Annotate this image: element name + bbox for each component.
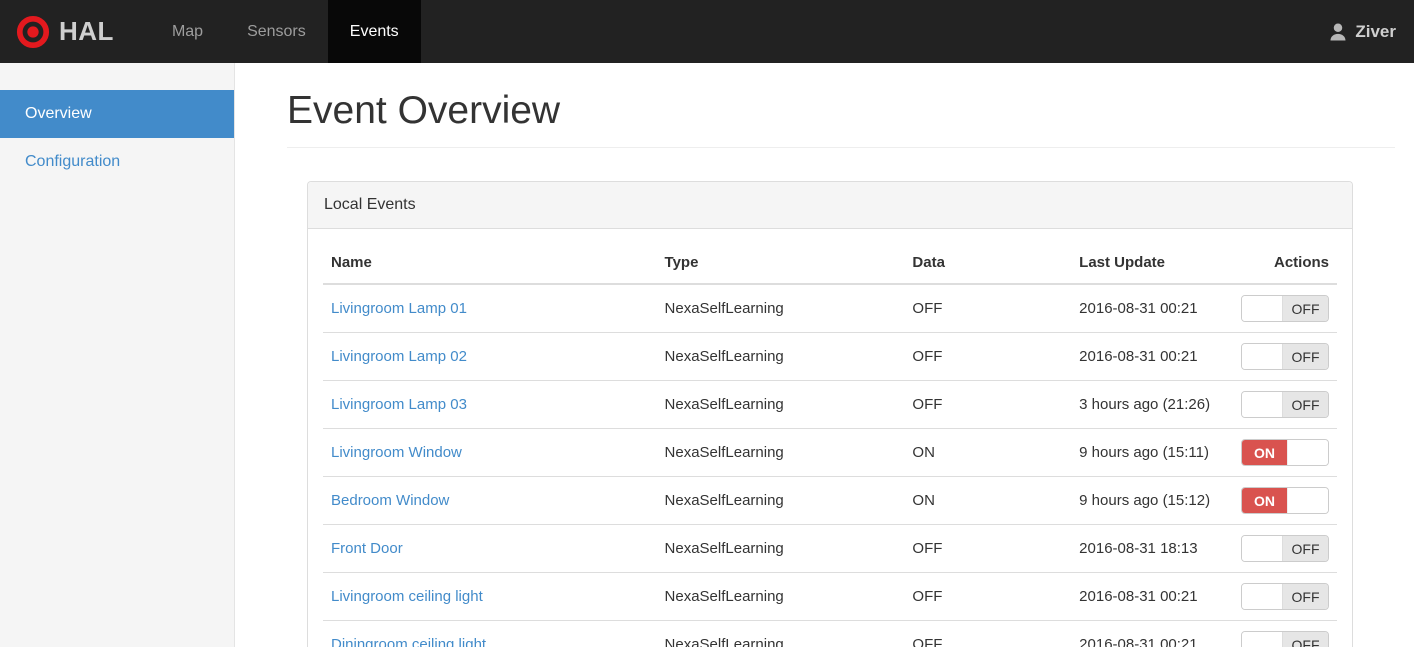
- sidebar-item-configuration[interactable]: Configuration: [0, 138, 234, 186]
- nav-item-sensors[interactable]: Sensors: [225, 0, 328, 63]
- device-toggle-switch[interactable]: OFF: [1241, 535, 1329, 562]
- toggle-handle: [1242, 296, 1283, 321]
- toggle-handle: [1242, 632, 1283, 647]
- table-row: Livingroom Lamp 03 NexaSelfLearning OFF …: [323, 380, 1337, 429]
- device-type: NexaSelfLearning: [656, 524, 905, 573]
- device-type: NexaSelfLearning: [656, 620, 905, 647]
- device-data-value: OFF: [904, 620, 1072, 647]
- device-toggle-switch[interactable]: OFF: [1241, 631, 1329, 647]
- sidebar: Overview Configuration: [0, 63, 235, 647]
- device-data-value: OFF: [904, 284, 1072, 333]
- main-content: Event Overview Local Events Name Type Da…: [235, 63, 1414, 647]
- page-title: Event Overview: [287, 89, 1395, 148]
- toggle-state-label: OFF: [1283, 632, 1328, 647]
- brand[interactable]: HAL: [0, 0, 132, 63]
- table-row: Livingroom ceiling light NexaSelfLearnin…: [323, 572, 1337, 621]
- device-data-value: ON: [904, 476, 1072, 525]
- device-toggle-switch[interactable]: OFF: [1241, 391, 1329, 418]
- panel-title: Local Events: [308, 182, 1352, 229]
- toggle-state-label: OFF: [1283, 584, 1328, 609]
- device-toggle-switch[interactable]: ON: [1241, 439, 1329, 466]
- toggle-handle: [1287, 440, 1328, 465]
- table-row: Bedroom Window NexaSelfLearning ON 9 hou…: [323, 476, 1337, 525]
- toggle-state-label: ON: [1242, 488, 1287, 513]
- device-toggle-switch[interactable]: OFF: [1241, 343, 1329, 370]
- device-type: NexaSelfLearning: [656, 476, 905, 525]
- device-toggle-switch[interactable]: OFF: [1241, 583, 1329, 610]
- device-last-update: 9 hours ago (15:12): [1071, 476, 1233, 525]
- nav-item-map[interactable]: Map: [150, 0, 225, 63]
- device-last-update: 2016-08-31 00:21: [1071, 572, 1233, 621]
- toggle-handle: [1242, 344, 1283, 369]
- device-toggle-switch[interactable]: OFF: [1241, 295, 1329, 322]
- device-name-link[interactable]: Diningroom ceiling light: [331, 636, 486, 647]
- table-row: Livingroom Lamp 01 NexaSelfLearning OFF …: [323, 284, 1337, 333]
- toggle-handle: [1242, 584, 1283, 609]
- device-data-value: ON: [904, 428, 1072, 477]
- column-header-actions: Actions: [1232, 244, 1337, 285]
- device-name-link[interactable]: Livingroom Lamp 01: [331, 300, 467, 317]
- device-last-update: 9 hours ago (15:11): [1071, 428, 1233, 477]
- device-data-value: OFF: [904, 332, 1072, 381]
- device-name-link[interactable]: Livingroom Window: [331, 444, 462, 461]
- column-header-last-update: Last Update: [1071, 244, 1233, 285]
- toggle-state-label: OFF: [1283, 344, 1328, 369]
- toggle-state-label: OFF: [1283, 296, 1328, 321]
- device-type: NexaSelfLearning: [656, 380, 905, 429]
- device-last-update: 3 hours ago (21:26): [1071, 380, 1233, 429]
- local-events-panel: Local Events Name Type Data Last Update …: [307, 181, 1353, 647]
- sidebar-item-overview[interactable]: Overview: [0, 90, 234, 138]
- table-row: Diningroom ceiling light NexaSelfLearnin…: [323, 620, 1337, 647]
- table-row: Front Door NexaSelfLearning OFF 2016-08-…: [323, 524, 1337, 573]
- column-header-type: Type: [656, 244, 905, 285]
- brand-label: HAL: [59, 16, 114, 46]
- user-menu[interactable]: Ziver: [1310, 0, 1414, 63]
- navbar-menu: Map Sensors Events: [150, 0, 421, 63]
- nav-item-events[interactable]: Events: [327, 0, 421, 63]
- device-type: NexaSelfLearning: [656, 572, 905, 621]
- device-name-link[interactable]: Front Door: [331, 540, 403, 557]
- device-name-link[interactable]: Livingroom Lamp 03: [331, 396, 467, 413]
- device-type: NexaSelfLearning: [656, 428, 905, 477]
- device-toggle-switch[interactable]: ON: [1241, 487, 1329, 514]
- hal-bullseye-logo-icon: [16, 15, 50, 48]
- device-data-value: OFF: [904, 524, 1072, 573]
- device-last-update: 2016-08-31 00:21: [1071, 620, 1233, 647]
- top-navbar: HAL Map Sensors Events Ziver: [0, 0, 1414, 63]
- user-name: Ziver: [1355, 21, 1396, 41]
- toggle-state-label: OFF: [1283, 536, 1328, 561]
- toggle-handle: [1242, 392, 1283, 417]
- toggle-handle: [1242, 536, 1283, 561]
- device-data-value: OFF: [904, 572, 1072, 621]
- table-row: Livingroom Window NexaSelfLearning ON 9 …: [323, 428, 1337, 477]
- column-header-data: Data: [904, 244, 1072, 285]
- device-type: NexaSelfLearning: [656, 332, 905, 381]
- toggle-handle: [1287, 488, 1328, 513]
- toggle-state-label: ON: [1242, 440, 1287, 465]
- device-last-update: 2016-08-31 00:21: [1071, 332, 1233, 381]
- events-table: Name Type Data Last Update Actions Livin…: [323, 244, 1337, 647]
- device-name-link[interactable]: Livingroom ceiling light: [331, 588, 483, 605]
- device-data-value: OFF: [904, 380, 1072, 429]
- device-last-update: 2016-08-31 18:13: [1071, 524, 1233, 573]
- device-name-link[interactable]: Livingroom Lamp 02: [331, 348, 467, 365]
- column-header-name: Name: [323, 244, 657, 285]
- device-name-link[interactable]: Bedroom Window: [331, 492, 449, 509]
- toggle-state-label: OFF: [1283, 392, 1328, 417]
- device-last-update: 2016-08-31 00:21: [1071, 284, 1233, 333]
- user-icon: [1330, 23, 1346, 40]
- table-row: Livingroom Lamp 02 NexaSelfLearning OFF …: [323, 332, 1337, 381]
- device-type: NexaSelfLearning: [656, 284, 905, 333]
